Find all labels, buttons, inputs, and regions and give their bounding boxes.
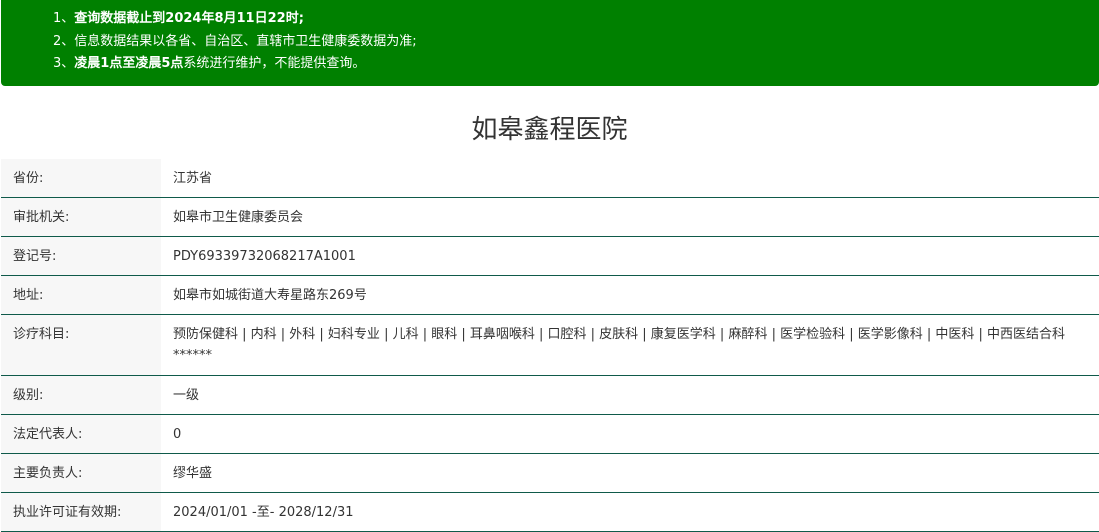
row-value: PDY69339732068217A1001 xyxy=(173,249,356,264)
info-row-level: 级别: 一级 xyxy=(1,376,1099,415)
info-row-address: 地址: 如皋市如城街道大寿星路东269号 xyxy=(1,276,1099,315)
row-value: 预防保健科 | 内科 | 外科 | 妇科专业 | 儿科 | 眼科 | 耳鼻咽喉科… xyxy=(173,327,1066,363)
row-label: 省份: xyxy=(1,159,161,197)
notice-line-2-text: 信息数据结果以各省、自治区、直辖市卫生健康委数据为准; xyxy=(74,33,417,49)
row-value: 缪华盛 xyxy=(173,466,213,481)
notice-line-3-bold: 凌晨1点至凌晨5点 xyxy=(74,56,184,71)
notice-line-3-prefix: 3、 xyxy=(53,56,75,71)
row-value: 如皋市如城街道大寿星路东269号 xyxy=(173,288,367,303)
info-row-legal-representative: 法定代表人: 0 xyxy=(1,415,1099,454)
row-label: 执业许可证有效期: xyxy=(1,493,161,531)
notice-line-2: 2、信息数据结果以各省、自治区、直辖市卫生健康委数据为准; xyxy=(53,31,1099,54)
row-value: 一级 xyxy=(173,388,200,403)
notice-line-1-text: 查询数据截止到2024年8月11日22时; xyxy=(74,11,304,26)
row-value: 0 xyxy=(173,427,182,442)
notice-line-1-prefix: 1、 xyxy=(53,11,75,26)
row-label: 登记号: xyxy=(1,237,161,275)
info-row-license-validity: 执业许可证有效期: 2024/01/01 -至- 2028/12/31 xyxy=(1,493,1099,532)
hospital-info-table: 省份: 江苏省 审批机关: 如皋市卫生健康委员会 登记号: PDY6933973… xyxy=(1,159,1099,532)
notice-line-3: 3、凌晨1点至凌晨5点系统进行维护，不能提供查询。 xyxy=(53,53,1099,76)
page-title: 如皋鑫程医院 xyxy=(471,115,628,145)
row-label: 诊疗科目: xyxy=(1,315,161,375)
notice-line-2-prefix: 2、 xyxy=(53,33,75,49)
info-row-registration-number: 登记号: PDY69339732068217A1001 xyxy=(1,237,1099,276)
info-row-province: 省份: 江苏省 xyxy=(1,159,1099,198)
row-label: 主要负责人: xyxy=(1,454,161,492)
row-value: 江苏省 xyxy=(173,171,213,186)
row-label: 法定代表人: xyxy=(1,415,161,453)
info-row-approval-authority: 审批机关: 如皋市卫生健康委员会 xyxy=(1,198,1099,237)
row-label: 审批机关: xyxy=(1,198,161,236)
row-label: 地址: xyxy=(1,276,161,314)
notice-banner: 1、查询数据截止到2024年8月11日22时; 2、信息数据结果以各省、自治区、… xyxy=(1,0,1099,86)
row-value: 2024/01/01 -至- 2028/12/31 xyxy=(173,505,354,520)
row-value: 如皋市卫生健康委员会 xyxy=(173,210,304,225)
info-row-departments: 诊疗科目: 预防保健科 | 内科 | 外科 | 妇科专业 | 儿科 | 眼科 |… xyxy=(1,315,1099,376)
row-label: 级别: xyxy=(1,376,161,414)
info-row-principal: 主要负责人: 缪华盛 xyxy=(1,454,1099,493)
notice-line-1: 1、查询数据截止到2024年8月11日22时; xyxy=(53,8,1099,31)
notice-line-3-text: 系统进行维护，不能提供查询。 xyxy=(183,56,366,71)
